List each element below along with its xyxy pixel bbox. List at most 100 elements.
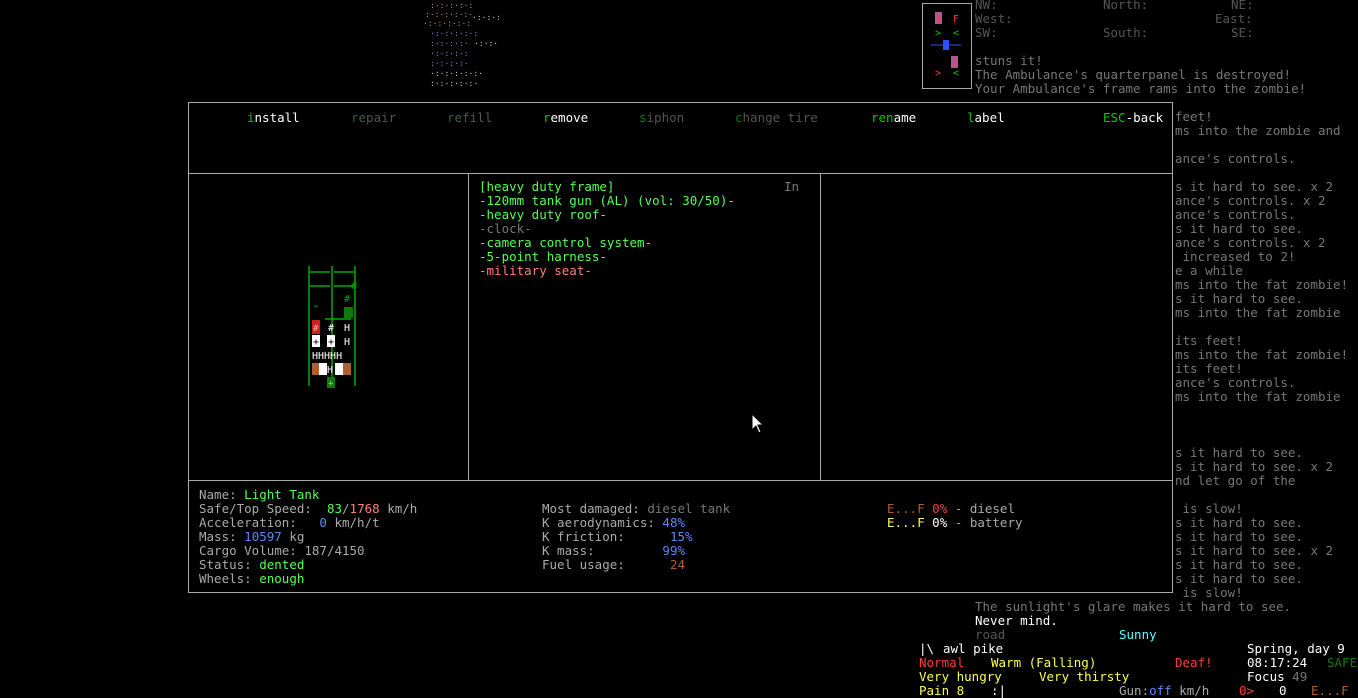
info-name-row: Name: Light Tank xyxy=(199,487,320,502)
side-log-line: ms into the fat zombie! xyxy=(1175,347,1349,362)
gun-mode: Gun:off km/h xyxy=(1119,683,1210,698)
compass-north: North: xyxy=(1103,0,1149,12)
info-k-aero-row: K aerodynamics: 48% xyxy=(542,515,685,530)
info-status-row: Status: dented xyxy=(199,557,305,572)
svg-text:#: # xyxy=(344,294,350,305)
side-log-line: ance's controls. x 2 xyxy=(1175,193,1326,208)
svg-text:>: > xyxy=(935,28,941,39)
minimap-canvas: > F > < > < xyxy=(931,12,961,79)
menu-repair[interactable]: repair xyxy=(351,111,396,125)
speed-arrow: 0> xyxy=(1239,683,1255,698)
side-log-line: ance's controls. xyxy=(1175,151,1296,166)
info-k-mass-row: K mass: 99% xyxy=(542,543,685,558)
info-mass-row: Mass: 10597 kg xyxy=(199,529,305,544)
svg-text:H: H xyxy=(344,323,350,334)
part-description-panel xyxy=(820,173,1173,481)
safe-mode: SAFE xyxy=(1327,655,1358,670)
part-list-item[interactable]: -120mm tank gun (AL) (vol: 30/50)- xyxy=(479,194,735,208)
vehicle-diagram-panel: # # " # # H + + H HHHHH H + xyxy=(188,173,469,481)
terrain-label: road xyxy=(975,627,1006,642)
part-list-item[interactable]: -camera control system- xyxy=(479,236,652,250)
svg-text:H: H xyxy=(344,337,350,348)
side-log-line: e a while xyxy=(1175,263,1243,278)
part-list-item[interactable]: -heavy duty roof- xyxy=(479,208,607,222)
vehicle-info-panel: Name: Light Tank Safe/Top Speed: 83/1768… xyxy=(188,480,1173,593)
svg-text:#: # xyxy=(313,324,319,334)
menu-install[interactable]: iinstallnstall xyxy=(247,111,300,125)
compass-east: East: xyxy=(1215,11,1253,26)
info-cargo-row: Cargo Volume: 187/4150 xyxy=(199,543,365,558)
svg-text::·:·:·:·:·: :·:·:·:·:· xyxy=(425,10,473,19)
info-accel-row: Acceleration: 0 km/h/t xyxy=(199,515,380,530)
svg-text:HHHHH: HHHHH xyxy=(312,351,342,362)
menu-rename[interactable]: rename xyxy=(871,111,916,125)
deaf-status: Deaf! xyxy=(1175,655,1213,670)
svg-text:<: < xyxy=(953,68,959,79)
side-log-line: s it hard to see. x 2 xyxy=(1175,179,1334,194)
svg-text:·:·:·:·:: ·:·:·:·: xyxy=(430,49,469,58)
side-log-line: feet! xyxy=(1175,109,1213,124)
svg-text:·:·:·:·:·:: ·:·:·:·:·: xyxy=(423,19,471,28)
svg-text::·:·:·:·:·: :·:·:·:·:· xyxy=(430,79,478,88)
side-log-line: is slow! xyxy=(1175,585,1243,600)
fuel-gauge-battery: E...F 0% - battery xyxy=(887,515,1023,530)
side-log-line: s it hard to see. xyxy=(1175,529,1303,544)
side-log-line: its feet! xyxy=(1175,333,1243,348)
svg-text:+: + xyxy=(313,337,319,348)
speed-zero: 0 xyxy=(1279,683,1287,698)
menu-esc-back[interactable]: ESC-back xyxy=(1103,111,1163,125)
info-most-damaged-row: Most damaged: diesel tank xyxy=(542,501,731,516)
side-log-line: ance's controls. x 2 xyxy=(1175,235,1326,250)
part-list-item[interactable]: -clock- xyxy=(479,222,532,236)
svg-text:>: > xyxy=(935,68,941,79)
side-log-line: ms into the fat zombie! xyxy=(1175,277,1349,292)
svg-text::·:·:·:·: :·:·:·:· xyxy=(430,39,469,48)
svg-text:": " xyxy=(313,304,319,315)
part-list-item[interactable]: -5-point harness- xyxy=(479,250,607,264)
thirst-status: Very thirsty xyxy=(1039,669,1130,684)
mouse-cursor-icon xyxy=(751,413,765,434)
side-log-line: s it hard to see. xyxy=(1175,515,1303,530)
weather-label: Sunny xyxy=(1119,627,1157,642)
season-label: Spring, day 9 xyxy=(1247,641,1345,656)
side-log-line: s it hard to see. xyxy=(1175,445,1303,460)
side-log-line: s it hard to see. xyxy=(1175,557,1303,572)
hunger-status: Very hungry xyxy=(919,669,1002,684)
info-fuel-usage-row: Fuel usage: 24 xyxy=(542,557,686,572)
svg-text:H: H xyxy=(327,365,333,376)
side-log-line: s it hard to see. x 2 xyxy=(1175,543,1334,558)
side-log-line: ms into the fat zombie xyxy=(1175,389,1341,404)
compass-south: South: xyxy=(1103,25,1149,40)
part-list-item[interactable]: -military seat- xyxy=(479,264,592,278)
wield-label: awl pike xyxy=(943,641,1004,656)
svg-text:#: # xyxy=(328,323,334,334)
body-status: Normal xyxy=(919,655,965,670)
menu-change-tire[interactable]: change tire xyxy=(735,111,818,125)
side-log-line: its feet! xyxy=(1175,361,1243,376)
side-log-line: ance's controls. xyxy=(1175,207,1296,222)
side-log-line: ms into the zombie and xyxy=(1175,123,1341,138)
compass-west: West: xyxy=(975,11,1013,26)
info-wheels-row: Wheels: enough xyxy=(199,571,305,586)
menu-label[interactable]: label xyxy=(967,111,1005,125)
menu-remove[interactable]: remove xyxy=(543,111,588,125)
log-line: Your Ambulance's frame rams into the zom… xyxy=(975,81,1307,96)
parts-header: [heavy duty frame] xyxy=(479,179,615,194)
log-line-never-mind: Never mind. xyxy=(975,613,1058,628)
fuel-mini-gauge: E...F xyxy=(1311,683,1349,698)
svg-text:F: F xyxy=(953,14,959,25)
compass-sw: SW: xyxy=(975,25,998,40)
svg-text::·:·:·:·: :·:·:·:· xyxy=(430,59,469,68)
parts-in-label: In xyxy=(784,179,800,194)
menu-refill[interactable]: refill xyxy=(447,111,492,125)
info-speed-row: Safe/Top Speed: 83/1768 km/h xyxy=(199,501,418,516)
svg-text:·:·:·:: ·:·:·: xyxy=(472,13,501,22)
map-fragment: :·:·:·:·: :·:·:·:·:· ·:·:·:·:·: ·:·:·:·:… xyxy=(423,1,501,88)
side-log-line: is slow! xyxy=(1175,501,1243,516)
side-log-line: nd let go of the xyxy=(1175,473,1296,488)
svg-text:·:·:·: ·:·:· xyxy=(474,39,498,48)
svg-text:#: # xyxy=(351,281,357,292)
svg-text::·:·:·:·:: :·:·:·:·: xyxy=(430,1,473,10)
menu-siphon[interactable]: siphon xyxy=(639,111,684,125)
focus-label: Focus 49 xyxy=(1247,669,1308,684)
